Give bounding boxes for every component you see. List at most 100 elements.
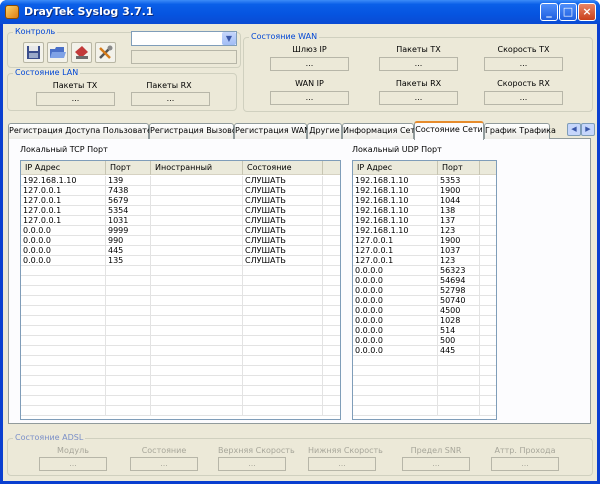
tcp-cell bbox=[106, 306, 151, 316]
title-bar[interactable]: DrayTek Syslog 3.7.1 _ □ × bbox=[0, 0, 600, 24]
maximize-button[interactable]: □ bbox=[559, 3, 577, 21]
udp-cell: 192.168.1.10 bbox=[353, 216, 438, 226]
udp-row[interactable]: 0.0.0.0 514 bbox=[353, 326, 496, 336]
tcp-cell bbox=[151, 226, 243, 236]
udp-row[interactable]: 192.168.1.10 1044 bbox=[353, 196, 496, 206]
udp-row[interactable]: 0.0.0.0 1028 bbox=[353, 316, 496, 326]
save-button[interactable] bbox=[23, 42, 44, 63]
udp-row[interactable]: 0.0.0.0 4500 bbox=[353, 306, 496, 316]
udp-row[interactable]: 192.168.1.10 1900 bbox=[353, 186, 496, 196]
tcp-cell bbox=[21, 396, 106, 406]
tcp-row[interactable]: 0.0.0.0 445 СЛУШАТЬ bbox=[21, 246, 340, 256]
folder-open-icon bbox=[50, 47, 66, 58]
udp-table[interactable]: IP Адрес Порт 192.168.1.10 5353 192.168.1.… bbox=[352, 160, 497, 420]
tcp-cell bbox=[151, 316, 243, 326]
tcp-row[interactable]: 127.0.0.1 5679 СЛУШАТЬ bbox=[21, 196, 340, 206]
tab-user-access-log[interactable]: Регистрация Доступа Пользователя bbox=[8, 123, 162, 139]
udp-row[interactable]: 127.0.0.1 123 bbox=[353, 256, 496, 266]
udp-row[interactable]: 0.0.0.0 500 bbox=[353, 336, 496, 346]
udp-row[interactable]: 0.0.0.0 50740 bbox=[353, 296, 496, 306]
tcp-col-foreign[interactable]: Иностранный bbox=[151, 161, 243, 175]
tcp-row[interactable]: 127.0.0.1 1031 СЛУШАТЬ bbox=[21, 216, 340, 226]
tcp-table[interactable]: IP Адрес Порт Иностранный Состояние 192.… bbox=[20, 160, 341, 420]
tcp-cell: 9999 bbox=[106, 226, 151, 236]
tcp-row[interactable]: 127.0.0.1 5354 СЛУШАТЬ bbox=[21, 206, 340, 216]
wan-rx-packets-value: ... bbox=[379, 91, 458, 105]
tab-traffic-graph[interactable]: График Трафика bbox=[484, 123, 556, 139]
tcp-cell bbox=[21, 286, 106, 296]
udp-col-port[interactable]: Порт bbox=[438, 161, 480, 175]
device-select[interactable]: ▼ bbox=[131, 31, 237, 46]
tcp-row[interactable]: 0.0.0.0 990 СЛУШАТЬ bbox=[21, 236, 340, 246]
udp-row[interactable]: 0.0.0.0 54694 bbox=[353, 276, 496, 286]
tcp-empty-row bbox=[21, 286, 340, 296]
udp-cell: 50740 bbox=[438, 296, 480, 306]
tcp-row[interactable]: 192.168.1.10 139 СЛУШАТЬ bbox=[21, 176, 340, 186]
udp-row[interactable]: 192.168.1.10 5353 bbox=[353, 176, 496, 186]
tcp-cell: СЛУШАТЬ bbox=[243, 246, 323, 256]
tab-scroll-left[interactable]: ◀ bbox=[567, 123, 581, 136]
wan-tx-speed-label: Скорость TX bbox=[497, 45, 550, 54]
tcp-cell bbox=[106, 336, 151, 346]
tcp-col-port[interactable]: Порт bbox=[106, 161, 151, 175]
udp-row[interactable]: 0.0.0.0 56323 bbox=[353, 266, 496, 276]
tcp-cell: 0.0.0.0 bbox=[21, 226, 106, 236]
tcp-cell bbox=[151, 276, 243, 286]
chevron-down-icon[interactable]: ▼ bbox=[222, 32, 236, 45]
udp-cell: 514 bbox=[438, 326, 480, 336]
udp-cell: 56323 bbox=[438, 266, 480, 276]
adsl-label: Нижняя Скорость bbox=[308, 446, 383, 455]
window-title: DrayTek Syslog 3.7.1 bbox=[24, 5, 154, 18]
clear-button[interactable] bbox=[71, 42, 92, 63]
tab-network-status[interactable]: Состояние Сети bbox=[414, 121, 484, 140]
udp-row[interactable]: 192.168.1.10 138 bbox=[353, 206, 496, 216]
tcp-cell bbox=[151, 306, 243, 316]
tcp-row[interactable]: 127.0.0.1 7438 СЛУШАТЬ bbox=[21, 186, 340, 196]
client-area: Контроль ▼ Состояние LAN Пакеты TX Пакет… bbox=[3, 24, 597, 481]
open-button[interactable] bbox=[47, 42, 68, 63]
tcp-empty-row bbox=[21, 396, 340, 406]
udp-cell: 4500 bbox=[438, 306, 480, 316]
tab-network-info[interactable]: Информация Сети bbox=[342, 123, 420, 139]
settings-button[interactable] bbox=[95, 42, 116, 63]
tcp-cell bbox=[21, 266, 106, 276]
udp-row[interactable]: 127.0.0.1 1900 bbox=[353, 236, 496, 246]
tab-others[interactable]: Другие bbox=[307, 123, 342, 139]
minimize-button[interactable]: _ bbox=[540, 3, 558, 21]
udp-row[interactable]: 192.168.1.10 123 bbox=[353, 226, 496, 236]
udp-cell: 123 bbox=[438, 256, 480, 266]
wan-rx-speed-value: ... bbox=[484, 91, 563, 105]
tcp-col-ip[interactable]: IP Адрес bbox=[21, 161, 106, 175]
tcp-cell bbox=[243, 396, 323, 406]
udp-row[interactable]: 0.0.0.0 52798 bbox=[353, 286, 496, 296]
tcp-empty-row bbox=[21, 326, 340, 336]
tcp-cell: СЛУШАТЬ bbox=[243, 176, 323, 186]
tab-scroll-right[interactable]: ▶ bbox=[581, 123, 595, 136]
tcp-cell bbox=[21, 346, 106, 356]
udp-row[interactable]: 192.168.1.10 137 bbox=[353, 216, 496, 226]
tcp-col-state[interactable]: Состояние bbox=[243, 161, 323, 175]
tcp-cell bbox=[151, 246, 243, 256]
tcp-empty-row bbox=[21, 296, 340, 306]
control-legend: Контроль bbox=[13, 27, 58, 36]
udp-empty-row bbox=[353, 356, 496, 366]
wan-ip-label: WAN IP bbox=[295, 79, 324, 88]
tab-wan-log[interactable]: Регистрация WAN bbox=[234, 123, 310, 139]
tcp-cell bbox=[106, 396, 151, 406]
udp-cell: 192.168.1.10 bbox=[353, 206, 438, 216]
udp-cell bbox=[438, 366, 480, 376]
tcp-cell bbox=[106, 276, 151, 286]
udp-cell: 127.0.0.1 bbox=[353, 236, 438, 246]
udp-row[interactable]: 0.0.0.0 445 bbox=[353, 346, 496, 356]
tab-call-log[interactable]: Регистрация Вызовов bbox=[149, 123, 241, 139]
adsl-label: Предел SNR bbox=[410, 446, 462, 455]
tcp-cell: 127.0.0.1 bbox=[21, 186, 106, 196]
udp-cell: 5353 bbox=[438, 176, 480, 186]
tcp-row[interactable]: 0.0.0.0 9999 СЛУШАТЬ bbox=[21, 226, 340, 236]
close-button[interactable]: × bbox=[578, 3, 596, 21]
adsl-label: Состояние bbox=[141, 446, 187, 455]
tcp-row[interactable]: 0.0.0.0 135 СЛУШАТЬ bbox=[21, 256, 340, 266]
udp-row[interactable]: 127.0.0.1 1037 bbox=[353, 246, 496, 256]
device-field[interactable] bbox=[131, 50, 237, 64]
udp-col-ip[interactable]: IP Адрес bbox=[353, 161, 438, 175]
